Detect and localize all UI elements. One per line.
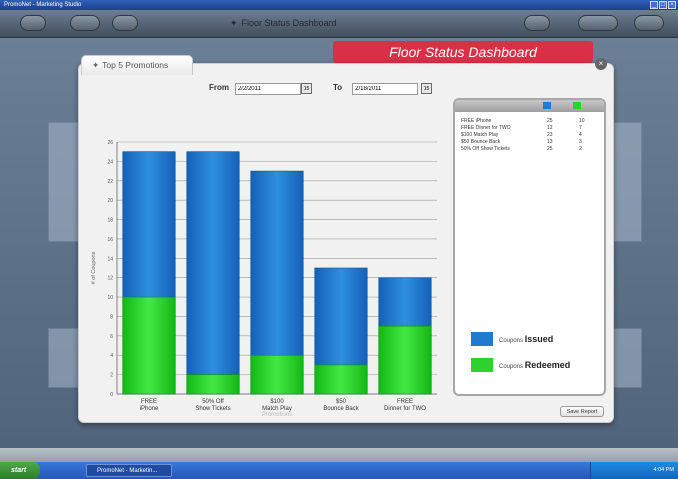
minimize-button[interactable]: _	[650, 1, 658, 9]
clock: 4:04 PM	[653, 467, 674, 473]
app-title: ✦ Floor Status Dashboard	[230, 18, 337, 28]
redeemed-key-swatch	[471, 358, 493, 372]
issued-bar	[186, 151, 240, 395]
legend-cell-issued: 23	[547, 132, 553, 138]
to-calendar-icon[interactable]: 15	[421, 83, 432, 94]
legend-cell-name: FREE Dinner for TWO	[461, 125, 511, 131]
issued-header-swatch	[543, 102, 551, 109]
y-tick-label: 16	[107, 237, 113, 243]
redeemed-key-label: Coupons Redeemed	[499, 360, 571, 370]
y-tick-label: 2	[110, 373, 113, 379]
maximize-button[interactable]: □	[659, 1, 667, 9]
x-tick-label-line1: $100	[270, 399, 284, 405]
home-button[interactable]	[20, 15, 46, 31]
window-title-bar: PromoNet - Marketing Studio _ □ ×	[0, 0, 678, 10]
legend-cell-redeemed: 2	[579, 146, 582, 152]
background-card-right-lower	[610, 328, 642, 388]
user-button[interactable]	[578, 15, 618, 31]
y-tick-label: 26	[107, 140, 113, 146]
settings-button[interactable]	[524, 15, 550, 31]
x-tick-label-line1: FREE	[141, 399, 157, 405]
redeemed-bar	[250, 354, 304, 395]
back-forward-button[interactable]	[70, 15, 100, 31]
legend-cell-name: $100 Match Play	[461, 132, 499, 138]
y-tick-label: 0	[110, 392, 113, 398]
legend-cell-redeemed: 10	[579, 118, 585, 124]
y-tick-label: 18	[107, 218, 113, 224]
redeemed-bar	[186, 374, 240, 395]
legend-cell-redeemed: 4	[579, 132, 582, 138]
redeemed-bar	[122, 296, 176, 395]
x-tick-label-line1: FREE	[397, 399, 413, 405]
y-tick-label: 12	[107, 276, 113, 282]
chart-canvas: 02468101214161820222426# of CouponsPromo…	[91, 140, 437, 418]
to-date-group: To 15	[333, 83, 432, 95]
legend-cell-issued: 13	[547, 139, 553, 145]
y-tick-label: 22	[107, 179, 113, 185]
start-button[interactable]: start	[0, 462, 40, 479]
legend-cell-name: $50 Bounce Back	[461, 139, 501, 145]
to-label: To	[333, 83, 343, 92]
issued-key-swatch	[471, 332, 493, 346]
from-date-input[interactable]	[234, 83, 301, 95]
y-tick-label: 14	[107, 256, 113, 262]
close-panel-button[interactable]: ×	[595, 58, 607, 70]
y-tick-label: 4	[110, 353, 113, 359]
y-axis-label: # of Coupons	[91, 251, 97, 284]
promotions-chart: 0 2 4 6 8 10 12 14 16 18 20 22 24 26 # of Coupons Promo…	[87, 102, 447, 418]
window-title: PromoNet - Marketing Studio	[4, 2, 82, 8]
x-tick-label-line2: Bounce Back	[323, 406, 359, 412]
legend-cell-issued: 25	[547, 118, 553, 124]
from-label: From	[209, 83, 229, 92]
legend-cell-name: FREE iPhone	[461, 118, 492, 124]
tab-top-promotions[interactable]: ✦ Top 5 Promotions	[81, 55, 193, 75]
x-tick-label-line1: $50	[336, 399, 347, 405]
system-tray: 4:04 PM	[590, 462, 678, 479]
dashboard-icon: ✦	[230, 18, 238, 28]
y-tick-label: 6	[110, 334, 113, 340]
background-card-left	[48, 122, 80, 242]
status-bar	[0, 448, 678, 462]
legend-cell-name: 50% Off Show Tickets	[461, 146, 510, 152]
x-tick-label-line2: Show Tickets	[195, 406, 230, 412]
y-tick-label: 8	[110, 314, 113, 320]
window-controls: _ □ ×	[650, 1, 676, 9]
from-date-group: From 15	[209, 83, 312, 95]
from-calendar-icon[interactable]: 15	[301, 83, 312, 94]
x-tick-label-line2: Match Play	[262, 406, 292, 412]
y-tick-label: 24	[107, 159, 113, 165]
legend-cell-redeemed: 3	[579, 139, 582, 145]
x-axis-label: Promotions	[262, 412, 292, 418]
close-window-button[interactable]: ×	[668, 1, 676, 9]
redeemed-bar	[314, 364, 368, 395]
background-card-left-lower	[48, 328, 80, 388]
save-report-button[interactable]: Save Report	[560, 406, 604, 417]
redeemed-header-swatch	[573, 102, 581, 109]
background-card-right	[610, 122, 642, 242]
y-tick-label: 20	[107, 198, 113, 204]
x-tick-label-line2: iPhone	[140, 406, 159, 412]
issued-key-label: Coupons Issued	[499, 334, 554, 344]
help-button[interactable]	[634, 15, 664, 31]
taskbar: start PromoNet - Marketin... 4:04 PM	[0, 462, 678, 479]
menu-button[interactable]	[112, 15, 138, 31]
app-toolbar: ✦ Floor Status Dashboard	[0, 10, 678, 38]
dashboard-banner: Floor Status Dashboard	[333, 41, 593, 63]
redeemed-bar	[378, 325, 432, 395]
legend-panel: FREE iPhone 25 10 FREE Dinner for TWO 12 7 $10…	[453, 98, 606, 396]
legend-cell-redeemed: 7	[579, 125, 582, 131]
taskbar-app-button[interactable]: PromoNet - Marketin...	[86, 464, 172, 477]
x-tick-label-line1: 50% Off	[202, 399, 224, 405]
promotions-tab-icon: ✦	[92, 60, 100, 70]
y-tick-label: 10	[107, 295, 113, 301]
to-date-input[interactable]	[352, 83, 419, 95]
legend-cell-issued: 12	[547, 125, 553, 131]
x-tick-label-line2: Dinner for TWO	[384, 406, 426, 412]
promotions-panel: ✦Top 5 Promotions × From 15 To 15 024681…	[78, 55, 614, 423]
legend-header	[455, 100, 604, 112]
legend-cell-issued: 25	[547, 146, 553, 152]
